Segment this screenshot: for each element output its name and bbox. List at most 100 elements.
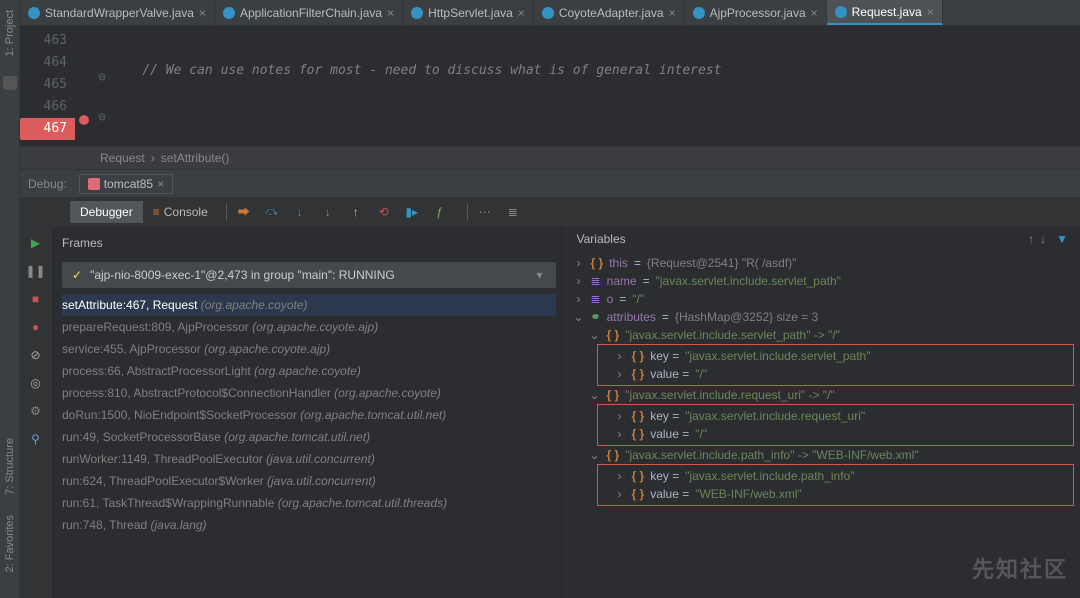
var-attributes[interactable]: ⌄⚭ attributes = {HashMap@3252} size = 3 [573, 308, 1075, 326]
step-into-icon[interactable]: ↓ [291, 203, 309, 221]
tab-http-servlet[interactable]: HttpServlet.java× [403, 0, 534, 25]
camera-icon[interactable]: ◎ [27, 374, 45, 392]
tab-application-filter-chain[interactable]: ApplicationFilterChain.java× [215, 0, 403, 25]
breakpoint-active-icon[interactable] [79, 115, 89, 125]
chevron-down-icon[interactable]: ▾ [534, 268, 546, 282]
tab-debugger[interactable]: Debugger [70, 201, 143, 223]
entry-key[interactable]: ›{ } key = "javax.servlet.include.reques… [614, 407, 1070, 425]
map-entry[interactable]: ⌄{ } "javax.servlet.include.path_info" -… [573, 446, 1075, 464]
left-tool-rail: 1: Project 7: Structure 2: Favorites [0, 0, 20, 598]
entry-highlight: ›{ } key = "javax.servlet.include.path_i… [597, 464, 1075, 506]
stack-frame[interactable]: run:49, SocketProcessorBase (org.apache.… [62, 426, 556, 448]
breakpoint-gutter[interactable] [75, 26, 93, 146]
chevron-down-icon: ⌄ [589, 448, 601, 462]
java-file-icon [28, 7, 40, 19]
step-over-icon[interactable]: ⤼ [263, 203, 281, 221]
debugger-toolbar: Debugger ≡Console ⮕ ⤼ ↓ ↓ ↑ ⟲ ▮▸ ƒ ⋯ ≣ [20, 198, 1080, 226]
variables-tree[interactable]: ›{ } this = {Request@2541} "R( /asdf)" ›… [567, 252, 1080, 598]
stack-frame[interactable]: setAttribute:467, Request (org.apache.co… [62, 294, 556, 316]
fold-gutter[interactable]: ⊖⊖ [93, 26, 111, 146]
tab-ajp-processor[interactable]: AjpProcessor.java× [685, 0, 827, 25]
var-name[interactable]: ›≣ name = "javax.servlet.include.servlet… [573, 272, 1075, 290]
java-file-icon [693, 7, 705, 19]
pin-icon[interactable]: ⚲ [27, 430, 45, 448]
frames-title: Frames [52, 230, 566, 256]
editor[interactable]: 463 464 465 466 467 ⊖⊖ // We can use not… [20, 26, 1080, 146]
tab-coyote-adapter[interactable]: CoyoteAdapter.java× [534, 0, 685, 25]
settings-icon[interactable]: ⚙ [27, 402, 45, 420]
chevron-right-icon: › [573, 292, 585, 306]
entry-key[interactable]: ›{ } key = "javax.servlet.include.path_i… [614, 467, 1070, 485]
close-icon[interactable]: × [927, 5, 934, 19]
stack-frame[interactable]: process:810, AbstractProtocol$Connection… [62, 382, 556, 404]
stack-frame[interactable]: run:61, TaskThread$WrappingRunnable (org… [62, 492, 556, 514]
mute-bp-icon[interactable]: ⊘ [27, 346, 45, 364]
stack-frame[interactable]: run:624, ThreadPoolExecutor$Worker (java… [62, 470, 556, 492]
map-entry[interactable]: ⌄{ } "javax.servlet.include.servlet_path… [573, 326, 1075, 344]
project-tool-label[interactable]: 1: Project [4, 10, 16, 56]
java-file-icon [223, 7, 235, 19]
gutter: 463 464 465 466 467 [20, 26, 75, 146]
run-config-tab[interactable]: tomcat85 × [79, 174, 173, 194]
chevron-right-icon: › [573, 256, 585, 270]
debug-panels: Frames ✓ "ajp-nio-8009-exec-1"@2,473 in … [52, 226, 1080, 598]
prev-frame-icon[interactable]: ↑ [1028, 232, 1034, 246]
chevron-right-icon: › [151, 151, 155, 165]
evaluate-expr-icon[interactable]: ƒ [431, 203, 449, 221]
step-out-icon[interactable]: ↑ [347, 203, 365, 221]
force-step-into-icon[interactable]: ↓ [319, 203, 337, 221]
stack-frame[interactable]: runWorker:1149, ThreadPoolExecutor (java… [62, 448, 556, 470]
code-area[interactable]: // We can use notes for most - need to d… [111, 26, 1080, 146]
variables-title: Variables [567, 226, 1019, 252]
entry-value[interactable]: ›{ } value = "WEB-INF/web.xml" [614, 485, 1070, 503]
tab-standard-wrapper-valve[interactable]: StandardWrapperValve.java× [20, 0, 215, 25]
check-icon: ✓ [72, 268, 82, 282]
close-icon[interactable]: × [518, 6, 525, 20]
stack-frame[interactable]: doRun:1500, NioEndpoint$SocketProcessor … [62, 404, 556, 426]
trace-icon[interactable]: ⋯ [476, 203, 494, 221]
map-entry[interactable]: ⌄{ } "javax.servlet.include.request_uri"… [573, 386, 1075, 404]
close-icon[interactable]: × [157, 177, 164, 191]
var-this[interactable]: ›{ } this = {Request@2541} "R( /asdf)" [573, 254, 1075, 272]
stack-frame[interactable]: process:66, AbstractProcessorLight (org.… [62, 360, 556, 382]
structure-tool-label[interactable]: 7: Structure [4, 438, 16, 495]
chevron-down-icon: ⌄ [589, 328, 601, 342]
editor-tabs: StandardWrapperValve.java× ApplicationFi… [20, 0, 1080, 26]
show-exec-icon[interactable]: ⮕ [235, 203, 253, 221]
chevron-right-icon: › [614, 409, 626, 423]
entry-highlight: ›{ } key = "javax.servlet.include.servle… [597, 344, 1075, 386]
tab-request[interactable]: Request.java× [827, 0, 943, 25]
breakpoints-icon[interactable]: ● [27, 318, 45, 336]
close-icon[interactable]: × [199, 6, 206, 20]
close-icon[interactable]: × [387, 6, 394, 20]
stack-frame[interactable]: prepareRequest:809, AjpProcessor (org.ap… [62, 316, 556, 338]
stack-frame[interactable]: service:455, AjpProcessor (org.apache.co… [62, 338, 556, 360]
run-to-cursor-icon[interactable]: ▮▸ [403, 203, 421, 221]
favorites-tool-label[interactable]: 2: Favorites [4, 515, 16, 572]
frames-panel: Frames ✓ "ajp-nio-8009-exec-1"@2,473 in … [52, 226, 567, 598]
entry-value[interactable]: ›{ } value = "/" [614, 365, 1070, 383]
stack-frame[interactable]: run:748, Thread (java.lang) [62, 514, 556, 536]
breadcrumb-class[interactable]: Request [100, 151, 145, 165]
chevron-down-icon: ⌄ [573, 310, 585, 324]
tool-icon[interactable] [3, 76, 17, 90]
stop-icon[interactable]: ■ [27, 290, 45, 308]
thread-selector[interactable]: ✓ "ajp-nio-8009-exec-1"@2,473 in group "… [62, 262, 556, 288]
resume-icon[interactable]: ▶ [27, 234, 45, 252]
breadcrumb-method[interactable]: setAttribute() [161, 151, 230, 165]
next-frame-icon[interactable]: ↓ [1040, 232, 1046, 246]
debug-label: Debug: [28, 177, 67, 191]
pause-icon[interactable]: ❚❚ [27, 262, 45, 280]
filter-icon[interactable]: ▼ [1056, 232, 1068, 246]
breadcrumb[interactable]: Request › setAttribute() [20, 146, 1080, 170]
entry-key[interactable]: ›{ } key = "javax.servlet.include.servle… [614, 347, 1070, 365]
close-icon[interactable]: × [669, 6, 676, 20]
more-icon[interactable]: ≣ [504, 203, 522, 221]
chevron-down-icon: ⌄ [589, 388, 601, 402]
drop-frame-icon[interactable]: ⟲ [375, 203, 393, 221]
tab-console[interactable]: ≡Console [143, 201, 218, 223]
close-icon[interactable]: × [811, 6, 818, 20]
var-o[interactable]: ›≣ o = "/" [573, 290, 1075, 308]
entry-value[interactable]: ›{ } value = "/" [614, 425, 1070, 443]
chevron-right-icon: › [614, 427, 626, 441]
